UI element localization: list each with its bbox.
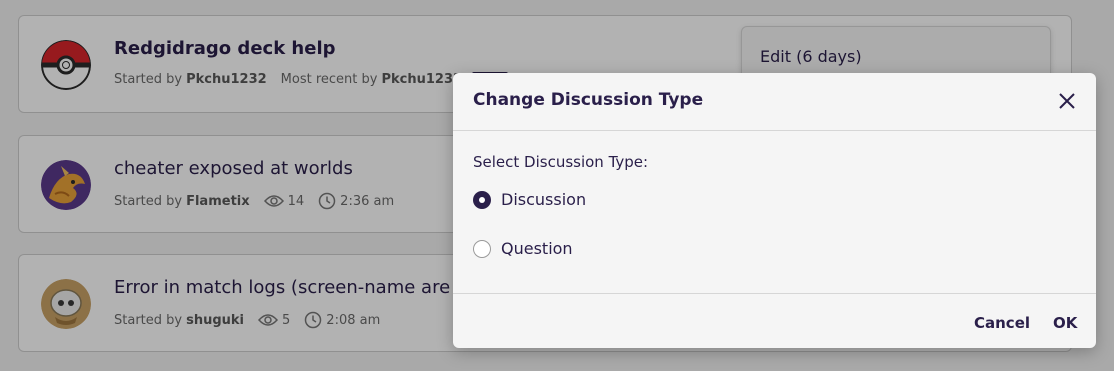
- close-icon[interactable]: [1056, 90, 1078, 112]
- ok-button[interactable]: OK: [1053, 314, 1077, 332]
- dialog-header: Change Discussion Type: [453, 73, 1096, 131]
- cancel-button[interactable]: Cancel: [974, 314, 1030, 332]
- change-discussion-type-dialog: Change Discussion Type Select Discussion…: [453, 73, 1096, 348]
- radio-selected-icon[interactable]: [473, 190, 491, 209]
- radio-label[interactable]: Discussion: [501, 190, 586, 209]
- discussion-type-label: Select Discussion Type:: [473, 153, 649, 171]
- radio-option-discussion[interactable]: Discussion: [473, 190, 586, 209]
- radio-option-question[interactable]: Question: [473, 239, 573, 258]
- dialog-footer: Cancel OK: [453, 293, 1096, 349]
- radio-label[interactable]: Question: [501, 239, 573, 258]
- dialog-title: Change Discussion Type: [473, 90, 704, 110]
- forum-page: Redgidrago deck help Started by Pkchu123…: [0, 0, 1114, 371]
- radio-unselected-icon[interactable]: [473, 239, 491, 258]
